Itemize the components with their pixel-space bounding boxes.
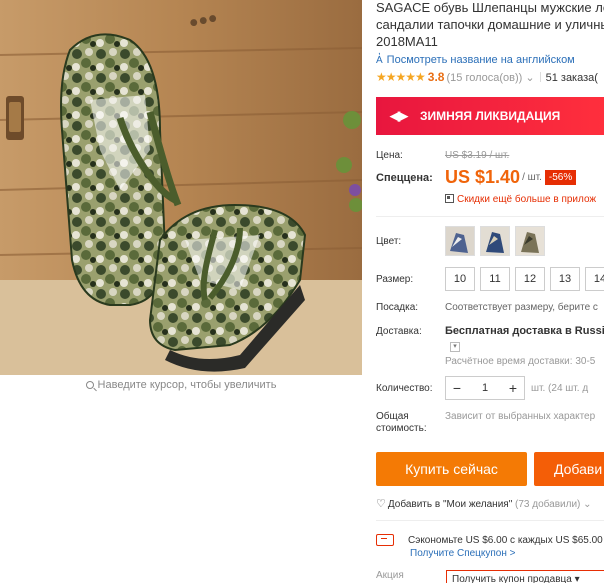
translate-title-link[interactable]: A̓ Посмотреть название на английском bbox=[376, 54, 604, 66]
product-image[interactable]: ●●● bbox=[0, 0, 362, 375]
wishlist-link[interactable]: Добавить в "Мои желания" bbox=[388, 499, 512, 510]
quantity-decrease-button[interactable]: − bbox=[446, 380, 468, 396]
price-label: Цена: bbox=[376, 150, 403, 161]
rating-score: 3.8 bbox=[427, 70, 445, 84]
special-price: US $1.40 bbox=[445, 167, 521, 187]
rating-stars[interactable]: ★★★★★ bbox=[376, 70, 426, 84]
total-label-line2: стоимость: bbox=[376, 423, 427, 434]
rating-row: ★★★★★ 3.8 (15 голоса(ов)) ⌄ 51 заказа( bbox=[376, 70, 604, 84]
quantity-increase-button[interactable]: + bbox=[502, 380, 524, 396]
fit-label: Посадка: bbox=[376, 302, 419, 313]
special-price-label: Спеццена: bbox=[376, 171, 433, 184]
coupon-save-row: Сэкономьте US $6.00 с каждых US $65.00 bbox=[376, 534, 603, 546]
get-special-coupon-link[interactable]: Получите Спецкупон > bbox=[410, 548, 516, 559]
coupon-icon bbox=[376, 534, 394, 546]
rating-separator bbox=[539, 72, 541, 82]
price-unit: / шт. bbox=[522, 172, 542, 184]
fit-value: Соответствует размеру, берите с bbox=[445, 302, 598, 314]
size-option-10[interactable]: 10 bbox=[445, 267, 475, 291]
size-option-12[interactable]: 12 bbox=[515, 267, 545, 291]
promotion-row: Акция bbox=[376, 570, 404, 581]
price-row: Цена: US $3.19 / шт. bbox=[376, 150, 509, 161]
product-info-column: SAGACE обувь Шлепанцы мужские лет сандал… bbox=[376, 0, 604, 583]
special-price-row: Спеццена: US $1.40/ шт. -56% bbox=[376, 167, 577, 188]
zoom-hint-text: Наведите курсор, чтобы увеличить bbox=[97, 379, 277, 391]
color-label: Цвет: bbox=[376, 235, 402, 247]
orders-count: 51 заказа( bbox=[545, 72, 598, 84]
total-label-line1: Общая bbox=[376, 411, 409, 422]
get-seller-coupon-button[interactable]: Получить купон продавца ▾ bbox=[446, 570, 604, 583]
app-discount-link[interactable]: Скидки ещё больше в прилож bbox=[457, 194, 596, 205]
color-swatch-3[interactable] bbox=[515, 226, 545, 256]
add-to-cart-button[interactable]: Добави bbox=[534, 452, 604, 486]
wishlist-count: (73 добавили) bbox=[515, 499, 581, 510]
coupon-link-row[interactable]: Получите Спецкупон > bbox=[410, 548, 516, 559]
coupon-save-text: Сэкономьте US $6.00 с каждых US $65.00 bbox=[408, 534, 603, 546]
size-option-14[interactable]: 14 bbox=[585, 267, 604, 291]
translate-title-label: Посмотреть название на английском bbox=[386, 54, 575, 66]
promo-label: ЗИМНЯЯ ЛИКВИДАЦИЯ bbox=[420, 109, 561, 123]
promo-banner[interactable]: ◀▶ ЗИМНЯЯ ЛИКВИДАЦИЯ bbox=[376, 97, 604, 135]
old-price: US $3.19 / шт. bbox=[445, 150, 510, 162]
stock-text: шт. (24 шт. д bbox=[531, 382, 589, 394]
chevron-down-icon[interactable]: ▾ bbox=[450, 342, 460, 352]
color-row: Цвет: bbox=[376, 226, 550, 256]
app-discount-row[interactable]: Скидки ещё больше в прилож bbox=[445, 194, 596, 205]
divider bbox=[376, 216, 604, 217]
total-row: Общая стоимость:Зависит от выбранных хара… bbox=[376, 411, 595, 435]
color-swatch-2[interactable] bbox=[480, 226, 510, 256]
delivery-row: Доставка: Бесплатная доставка в Russian bbox=[376, 325, 604, 337]
fit-row: Посадка: Соответствует размеру, берите с bbox=[376, 302, 598, 313]
size-row: Размер: 10 11 12 13 14 bbox=[376, 267, 604, 291]
buy-now-button[interactable]: Купить сейчас bbox=[376, 452, 527, 486]
total-label: Общая стоимость: bbox=[376, 411, 445, 435]
divider bbox=[376, 520, 604, 521]
product-title: SAGACE обувь Шлепанцы мужские лет сандал… bbox=[376, 0, 604, 49]
delivery-options-toggle[interactable]: ▾ bbox=[450, 340, 460, 352]
promo-ribbon-icon: ◀▶ bbox=[390, 108, 408, 123]
heart-icon: ♡ bbox=[376, 498, 386, 510]
size-option-13[interactable]: 13 bbox=[550, 267, 580, 291]
quantity-row: Количество: −1 + шт. (24 шт. д bbox=[376, 376, 588, 400]
magnifier-icon bbox=[85, 381, 94, 389]
chevron-down-icon[interactable]: ⌄ bbox=[522, 72, 534, 84]
translate-icon: A̓ bbox=[376, 55, 383, 66]
promotion-label: Акция bbox=[376, 570, 404, 581]
product-photo-graphic: ●●● bbox=[0, 0, 362, 375]
discount-badge: -56% bbox=[544, 170, 577, 185]
quantity-stepper: −1 + bbox=[445, 376, 525, 400]
delivery-estimate: Расчётное время доставки: 30-5 bbox=[445, 356, 596, 367]
delivery-label: Доставка: bbox=[376, 325, 422, 337]
wishlist-row[interactable]: ♡ Добавить в "Мои желания" (73 добавили) … bbox=[376, 497, 592, 510]
rating-votes[interactable]: (15 голоса(ов)) bbox=[446, 72, 522, 84]
size-label: Размер: bbox=[376, 273, 414, 285]
chevron-down-icon[interactable]: ⌄ bbox=[580, 499, 591, 510]
quantity-input[interactable]: 1 bbox=[468, 382, 502, 394]
size-option-11[interactable]: 11 bbox=[480, 267, 510, 291]
delivery-value: Бесплатная доставка в Russian bbox=[445, 325, 604, 337]
delivery-estimate-row: Расчётное время доставки: 30-5 bbox=[445, 356, 595, 367]
total-value: Зависит от выбранных характер bbox=[445, 411, 596, 422]
quantity-label: Количество: bbox=[376, 382, 433, 394]
qr-code-icon bbox=[445, 194, 454, 203]
color-swatch-1[interactable] bbox=[445, 226, 475, 256]
zoom-hint: Наведите курсор, чтобы увеличить bbox=[0, 379, 362, 391]
